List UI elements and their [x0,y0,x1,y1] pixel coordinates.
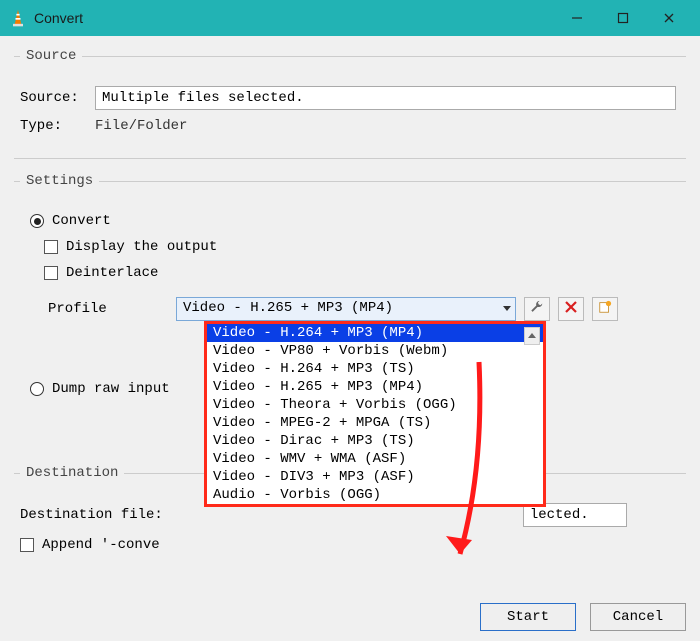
edit-profile-button[interactable] [524,297,550,321]
checkbox-icon [44,266,58,280]
profile-option[interactable]: Video - MPEG-2 + MPGA (TS) [207,414,543,432]
profile-option[interactable]: Video - H.264 + MP3 (MP4) [207,324,543,342]
append-converted-label: Append '-conve [42,537,160,553]
dialog-buttons: Start Cancel [0,597,700,641]
type-value: File/Folder [95,118,187,134]
titlebar: Convert [0,0,700,36]
profile-option[interactable]: Video - WMV + WMA (ASF) [207,450,543,468]
profile-option[interactable]: Video - H.265 + MP3 (MP4) [207,378,543,396]
append-converted-checkbox[interactable]: Append '-conve [20,537,676,553]
profile-option[interactable]: Audio - Vorbis (OGG) [207,486,543,504]
delete-profile-button[interactable] [558,297,584,321]
convert-radio[interactable]: Convert [30,213,676,229]
checkbox-icon [44,240,58,254]
source-group: Source Source: Multiple files selected. … [14,48,686,159]
source-input[interactable]: Multiple files selected. [95,86,676,110]
start-button[interactable]: Start [480,603,576,631]
destination-legend: Destination [20,465,124,481]
maximize-button[interactable] [600,0,646,36]
close-button[interactable] [646,0,692,36]
dump-raw-label: Dump raw input [52,381,170,397]
settings-legend: Settings [20,173,99,189]
minimize-button[interactable] [554,0,600,36]
radio-icon [30,382,44,396]
checkbox-icon [20,538,34,552]
profile-option[interactable]: Video - H.264 + MP3 (TS) [207,360,543,378]
source-label: Source: [20,90,95,106]
profile-combobox[interactable]: Video - H.265 + MP3 (MP4) [176,297,516,321]
radio-icon [30,214,44,228]
new-profile-icon [598,300,612,319]
cancel-button[interactable]: Cancel [590,603,686,631]
chevron-down-icon [503,301,511,317]
profile-selected: Video - H.265 + MP3 (MP4) [183,300,393,316]
profile-dropdown[interactable]: Video - H.264 + MP3 (MP4) Video - VP80 +… [204,321,546,507]
display-output-label: Display the output [66,239,217,255]
settings-group: Settings Convert Display the output Dein… [14,173,686,451]
deinterlace-label: Deinterlace [66,265,158,281]
scroll-up-button[interactable] [524,327,540,345]
window-title: Convert [34,10,554,26]
profile-option[interactable]: Video - Dirac + MP3 (TS) [207,432,543,450]
deinterlace-checkbox[interactable]: Deinterlace [44,265,676,281]
profile-label: Profile [48,301,176,317]
new-profile-button[interactable] [592,297,618,321]
profile-option[interactable]: Video - VP80 + Vorbis (Webm) [207,342,543,360]
source-legend: Source [20,48,82,64]
destination-file-label: Destination file: [20,507,163,523]
profile-option[interactable]: Video - Theora + Vorbis (OGG) [207,396,543,414]
vlc-cone-icon [8,8,28,28]
wrench-icon [530,300,544,319]
profile-option[interactable]: Video - DIV3 + MP3 (ASF) [207,468,543,486]
convert-radio-label: Convert [52,213,111,229]
display-output-checkbox[interactable]: Display the output [44,239,676,255]
type-label: Type: [20,118,95,134]
delete-icon [565,301,577,318]
